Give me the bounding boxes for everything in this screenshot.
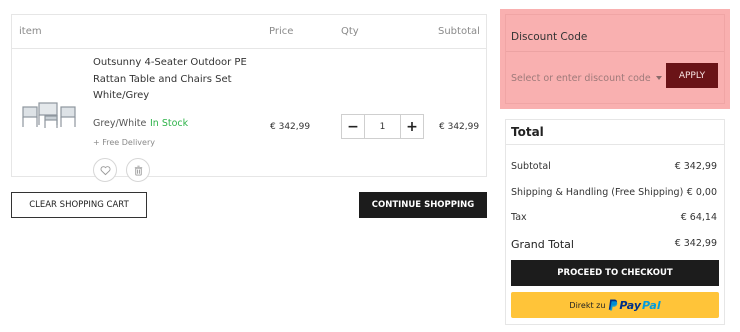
header-item: item: [19, 26, 42, 37]
totals-title: Total: [511, 125, 544, 139]
tax-value: € 64,14: [680, 212, 717, 223]
apply-discount-button[interactable]: APPLY: [666, 63, 718, 88]
grand-total-value: € 342,99: [674, 238, 717, 249]
divider: [506, 51, 724, 52]
subtotal-value: € 342,99: [674, 161, 717, 172]
proceed-to-checkout-button[interactable]: PROCEED TO CHECKOUT: [511, 260, 719, 286]
header-subtotal: Subtotal: [438, 26, 480, 37]
cart-row: Outsunny 4-Seater Outdoor PE Rattan Tabl…: [12, 49, 486, 182]
header-price: Price: [269, 26, 294, 37]
item-price: € 342,99: [270, 122, 311, 132]
heart-icon: [100, 165, 110, 175]
totals-panel: Total Subtotal € 342,99 Shipping & Handl…: [505, 119, 725, 325]
clear-cart-button[interactable]: CLEAR SHOPPING CART: [11, 192, 147, 218]
stock-status: In Stock: [150, 118, 189, 129]
remove-item-button[interactable]: [126, 158, 150, 182]
cart-table: item Price Qty Subtotal Outsunny 4-Seate…: [11, 14, 487, 182]
grand-total-label: Grand Total: [511, 238, 574, 251]
discount-code-select[interactable]: Select or enter discount code: [511, 73, 661, 84]
subtotal-label: Subtotal: [511, 161, 551, 172]
discount-title: Discount Code: [511, 31, 588, 43]
paypal-prefix: Direkt zu: [569, 300, 606, 310]
shipping-value: € 0,00: [686, 187, 717, 198]
patio-furniture-image: [22, 102, 76, 128]
increase-quantity-button[interactable]: +: [400, 115, 423, 138]
product-name[interactable]: Outsunny 4-Seater Outdoor PE Rattan Tabl…: [93, 55, 253, 105]
paypal-pal-text: Pal: [642, 298, 661, 312]
quantity-input[interactable]: 1: [365, 115, 400, 138]
paypal-logo: Pay Pal: [608, 298, 661, 312]
trash-icon: [134, 165, 142, 176]
paypal-icon: [609, 299, 618, 311]
tax-label: Tax: [511, 212, 527, 223]
product-variant: Grey/White: [93, 118, 147, 129]
item-subtotal: € 342,99: [439, 122, 480, 132]
cart-header: item Price Qty Subtotal: [12, 15, 486, 49]
discount-box: Discount Code Select or enter discount c…: [505, 14, 725, 104]
product-thumbnail[interactable]: [19, 97, 79, 131]
delivery-note: + Free Delivery: [93, 138, 155, 147]
wishlist-button[interactable]: [93, 158, 117, 182]
quantity-stepper: − 1 +: [341, 114, 424, 139]
header-qty: Qty: [341, 26, 359, 37]
paypal-checkout-button[interactable]: Direkt zu Pay Pal: [511, 292, 719, 318]
divider: [506, 144, 724, 145]
shipping-label: Shipping & Handling (Free Shipping): [511, 187, 684, 198]
discount-panel: Discount Code Select or enter discount c…: [500, 9, 730, 109]
chevron-down-icon[interactable]: [656, 76, 662, 80]
paypal-pay-text: Pay: [619, 298, 642, 312]
decrease-quantity-button[interactable]: −: [342, 115, 365, 138]
continue-shopping-button[interactable]: CONTINUE SHOPPING: [359, 192, 487, 218]
